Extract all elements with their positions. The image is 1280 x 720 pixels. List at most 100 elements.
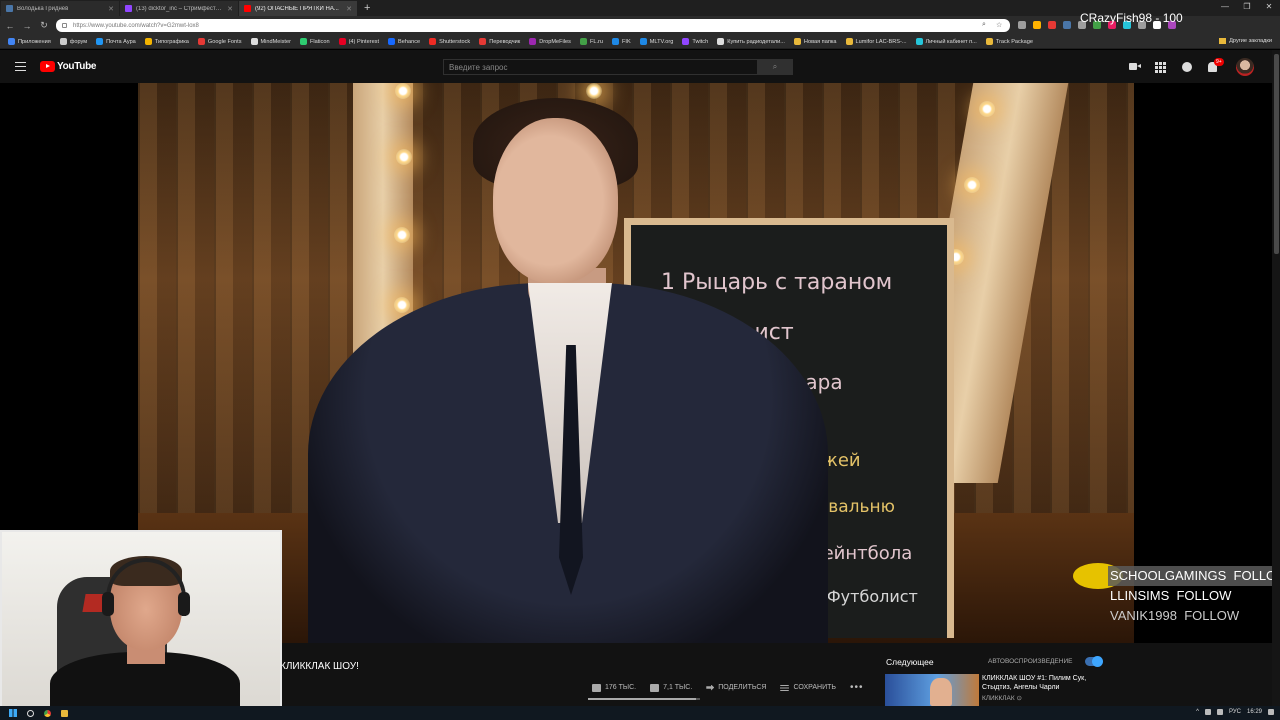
scrollbar-thumb[interactable] [1274,54,1279,254]
maximize-button[interactable]: ❐ [1236,0,1258,14]
headset-earcup-left [102,592,114,616]
like-button[interactable]: 176 ТЫС. [592,683,636,692]
more-options-icon[interactable]: ••• [850,682,864,693]
bookmark-label: DropMeFiles [539,38,571,45]
bookmark-favicon-icon [59,38,67,45]
volume-icon[interactable] [1216,709,1223,715]
share-label: ПОДЕЛИТЬСЯ [718,684,767,691]
bookmark-label: FIK [622,38,631,45]
bookmark-favicon-icon [612,38,620,45]
dislike-button[interactable]: 7,1 ТЫС. [650,683,693,692]
star-icon[interactable]: ☆ [996,21,1002,29]
bookmark-label: Shutterstock [439,38,471,45]
share-button[interactable]: ПОДЕЛИТЬСЯ [706,684,766,691]
back-icon[interactable]: ← [3,21,17,31]
close-icon[interactable]: ✕ [346,5,352,13]
extension-icon[interactable] [1048,21,1056,29]
save-button[interactable]: СОХРАНИТЬ [780,684,836,691]
bookmark-item[interactable]: Track Package [985,38,1033,45]
bookmark-favicon-icon [8,38,15,45]
bookmark-favicon-icon [579,38,587,45]
new-tab-button[interactable]: + [364,1,370,16]
extension-icon[interactable] [1033,21,1041,29]
bookmark-item[interactable]: Приложения [8,38,51,45]
chrome-icon[interactable] [44,709,51,717]
clock[interactable]: 16:29 [1247,709,1262,715]
youtube-logo[interactable]: YouTube [40,61,97,72]
file-explorer-icon[interactable] [61,709,68,717]
address-input[interactable]: https://www.youtube.com/watch?v=G2mwt-lo… [56,19,1010,32]
autoplay-toggle[interactable] [1085,656,1103,667]
reload-icon[interactable]: ↻ [37,20,51,31]
bookmark-item[interactable]: Типографика [144,38,189,45]
page-scrollbar[interactable] [1272,50,1280,706]
create-video-icon[interactable] [1129,63,1141,70]
next-video-title[interactable]: КЛИККЛАК ШОУ #1: Пилим Сук, Стыдтиз, Анг… [982,674,1102,692]
window-controls: — ❐ ✕ [1214,0,1280,14]
bookmark-item[interactable]: MLTV.org [639,38,674,45]
notifications-center-icon[interactable] [1268,709,1274,715]
bookmark-item[interactable]: Shutterstock [429,38,470,45]
bookmark-label: Flaticon [309,38,330,45]
bookmark-item[interactable]: Behance [388,38,420,45]
forward-icon[interactable]: → [20,21,34,31]
video-title: КЛИККЛАК ШОУ! [280,661,359,672]
bookmark-item[interactable]: DropMeFiles [529,38,571,45]
search-input[interactable]: Введите запрос [443,59,758,75]
marquee-bulb [396,149,412,165]
next-video-thumbnail[interactable] [885,674,979,706]
bookmark-item[interactable]: Личный кабинет п... [915,38,977,45]
windows-start-icon[interactable] [9,709,17,717]
browser-tab-1[interactable]: Володька Гриднев ✕ [1,1,119,16]
other-bookmarks[interactable]: Другие закладки [1219,38,1272,44]
playlist-add-icon [780,684,790,691]
close-icon[interactable]: ✕ [227,5,233,13]
thumbs-up-icon [592,683,601,692]
bookmark-item[interactable]: Google Fonts [197,38,242,45]
bookmark-item[interactable]: Купить радиодетали... [717,38,785,45]
bookmark-item[interactable]: форум [59,38,87,45]
browser-tab-3[interactable]: (92) ОПАСНЫЕ ПРЯТКИ НА... ✕ [239,1,357,16]
apps-icon[interactable] [1155,62,1166,73]
tab-label: (13) dicktor_inc – Стримфест 20... [136,5,224,12]
minimize-button[interactable]: — [1214,0,1236,14]
extension-icon[interactable] [1063,21,1071,29]
language-indicator[interactable]: РУС [1229,709,1241,715]
network-icon[interactable] [1204,709,1211,715]
stream-overlay-title: CRazyFish98 - 100 [1080,11,1183,25]
bookmark-item[interactable]: Lumifor LAC-BRS-... [845,38,907,45]
bookmark-favicon-icon [144,38,152,45]
bookmark-favicon-icon [717,38,725,45]
dislike-count: 7,1 ТЫС. [663,684,693,691]
bookmark-item[interactable]: Почта Аура [96,38,136,45]
bookmark-item[interactable]: FIK [612,38,631,45]
avatar[interactable] [1236,58,1254,76]
bookmark-label: MLTV.org [649,38,674,45]
bookmark-favicon-icon [479,38,487,45]
youtube-icon [244,5,251,12]
bookmark-item[interactable]: Twitch [682,38,708,45]
close-window-button[interactable]: ✕ [1258,0,1280,14]
menu-icon[interactable] [15,62,26,71]
browser-tab-2[interactable]: (13) dicktor_inc – Стримфест 20... ✕ [120,1,238,16]
bookmark-item[interactable]: Новая папка [793,38,837,45]
bookmark-favicon-icon [985,38,993,45]
bookmark-item[interactable]: (4) Pinterest [338,38,379,45]
bookmark-item[interactable]: MindMeister [250,38,291,45]
bookmark-item[interactable]: Переводчик [479,38,520,45]
bookmark-item[interactable]: FL.ru [579,38,603,45]
zoom-icon[interactable]: ⌕ [982,21,986,29]
bookmark-item[interactable]: Flaticon [299,38,330,45]
search-button[interactable]: ⌕ [757,59,793,75]
bookmark-favicon-icon [338,38,346,45]
follow-alert-3: VANIK1998 FOLLOW [1110,608,1240,623]
video-player[interactable]: 1 Рыцарь с тараном оист Эльдара ль ножей… [138,83,1134,643]
tray-chevron-icon[interactable]: ^ [1196,709,1199,715]
search-icon[interactable] [27,709,34,717]
messages-icon[interactable] [1182,62,1192,72]
bookmark-favicon-icon [793,38,801,45]
extension-icon[interactable] [1018,21,1026,29]
next-video-channel[interactable]: КЛИККЛАК ⊙ [982,694,1022,702]
close-icon[interactable]: ✕ [108,5,114,13]
marquee-bulb [395,83,411,99]
